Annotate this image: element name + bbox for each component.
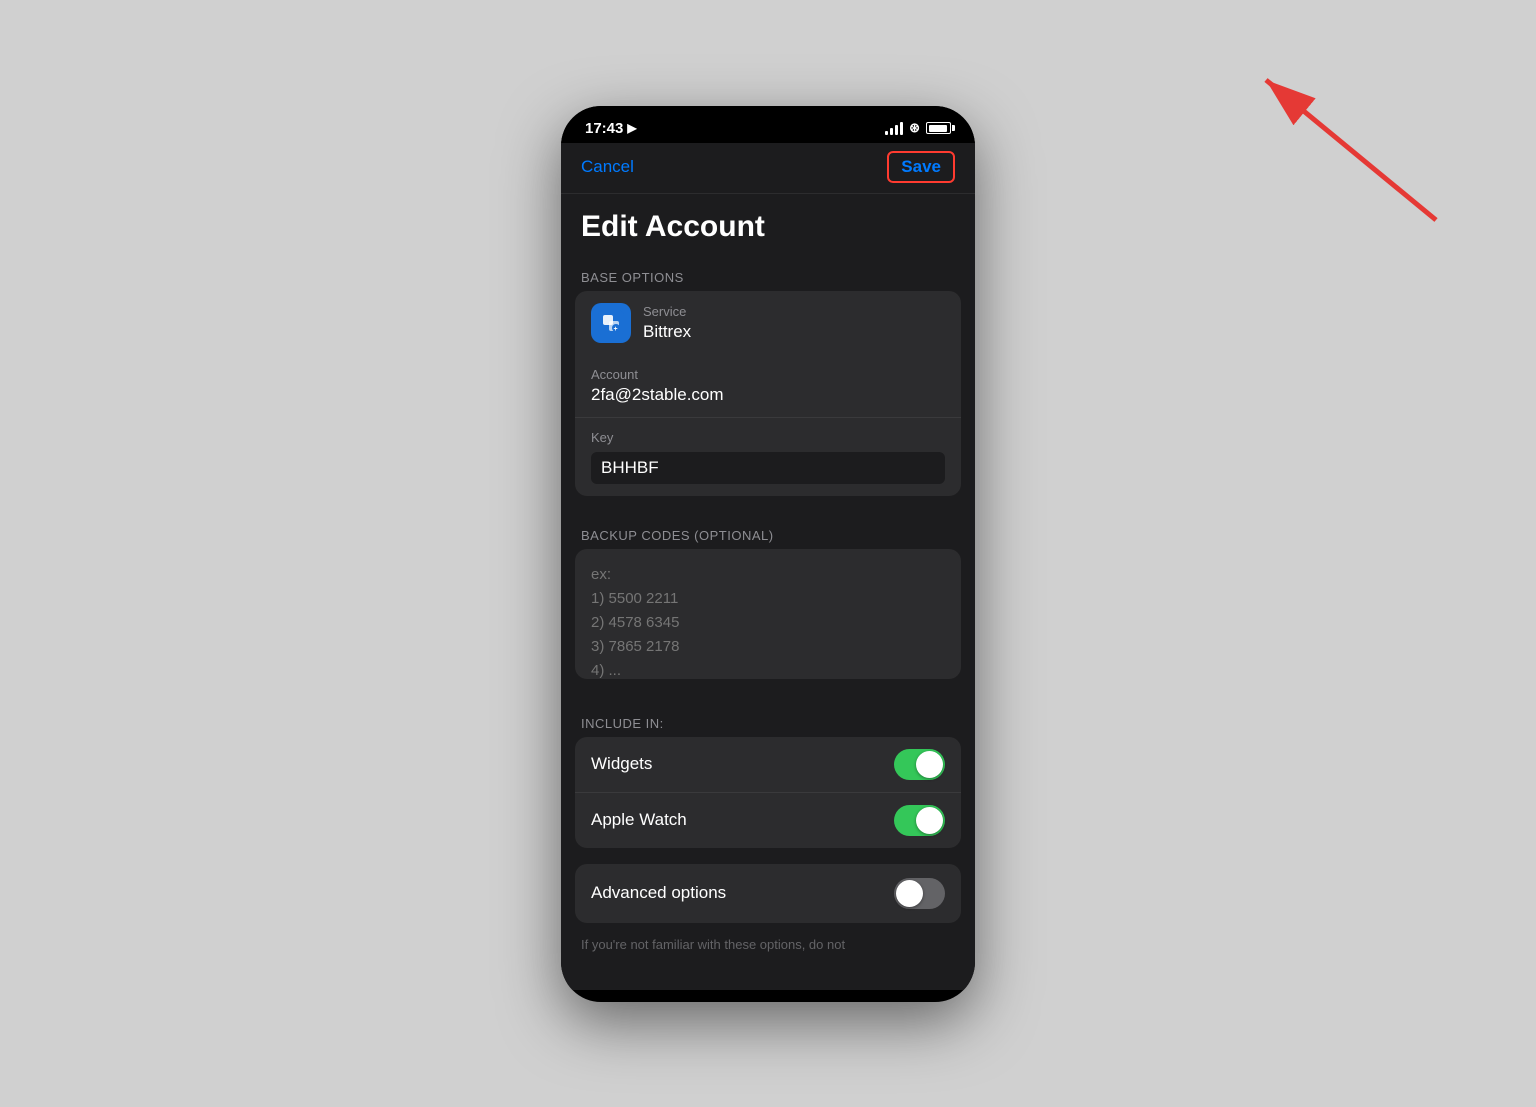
advanced-options-label: Advanced options	[591, 883, 726, 903]
nav-bar: Cancel Save	[561, 143, 975, 194]
key-row[interactable]: Key BHHBF	[575, 418, 961, 496]
widgets-row: Widgets	[575, 737, 961, 793]
arrow-annotation	[1236, 50, 1456, 235]
advanced-options-toggle-knob	[896, 880, 923, 907]
account-row[interactable]: Account 2fa@2stable.com	[575, 355, 961, 418]
advanced-options-footer: If you're not familiar with these option…	[561, 933, 975, 956]
include-in-label: INCLUDE IN:	[561, 700, 975, 737]
backup-codes-label: BACKUP CODES (OPTIONAL)	[561, 512, 975, 549]
base-options-label: BASE OPTIONS	[561, 254, 975, 291]
content-area: Edit Account BASE OPTIONS + Service	[561, 194, 975, 990]
apple-watch-toggle[interactable]	[894, 805, 945, 836]
cancel-button[interactable]: Cancel	[581, 157, 634, 177]
account-field-label: Account	[591, 367, 945, 382]
apple-watch-row: Apple Watch	[575, 793, 961, 848]
widgets-toggle[interactable]	[894, 749, 945, 780]
widgets-toggle-knob	[916, 751, 943, 778]
signal-bar-1	[885, 131, 888, 135]
signal-bar-4	[900, 122, 903, 135]
advanced-options-toggle[interactable]	[894, 878, 945, 909]
service-text: Service Bittrex	[643, 304, 691, 342]
page-title: Edit Account	[561, 194, 975, 254]
include-in-card: Widgets Apple Watch	[575, 737, 961, 848]
key-value: BHHBF	[591, 452, 945, 484]
location-icon: ▶	[627, 121, 636, 135]
phone-frame: 17:43 ▶ ⊛ Cancel Save Edit Account BASE …	[561, 106, 975, 1002]
signal-bar-3	[895, 125, 898, 135]
service-field-label: Service	[643, 304, 691, 319]
widgets-label: Widgets	[591, 754, 652, 774]
signal-bars-icon	[885, 121, 903, 135]
status-bar: 17:43 ▶ ⊛	[561, 106, 975, 143]
account-value: 2fa@2stable.com	[591, 385, 945, 405]
svg-text:+: +	[614, 326, 618, 333]
service-app-icon: +	[591, 303, 631, 343]
status-icons: ⊛	[885, 120, 951, 136]
advanced-options-card: Advanced options	[575, 864, 961, 923]
time-display: 17:43	[585, 120, 623, 137]
key-field-label: Key	[591, 430, 945, 445]
base-options-card: + Service Bittrex Account 2fa@2stable.co…	[575, 291, 961, 496]
battery-fill	[929, 125, 947, 132]
signal-bar-2	[890, 128, 893, 135]
battery-icon	[926, 122, 951, 134]
apple-watch-toggle-knob	[916, 807, 943, 834]
service-row: + Service Bittrex	[575, 291, 961, 355]
status-time: 17:43 ▶	[585, 120, 637, 137]
apple-watch-label: Apple Watch	[591, 810, 687, 830]
service-value: Bittrex	[643, 322, 691, 342]
backup-codes-input[interactable]	[575, 549, 961, 679]
wifi-icon: ⊛	[909, 120, 920, 136]
save-button[interactable]: Save	[887, 151, 955, 183]
